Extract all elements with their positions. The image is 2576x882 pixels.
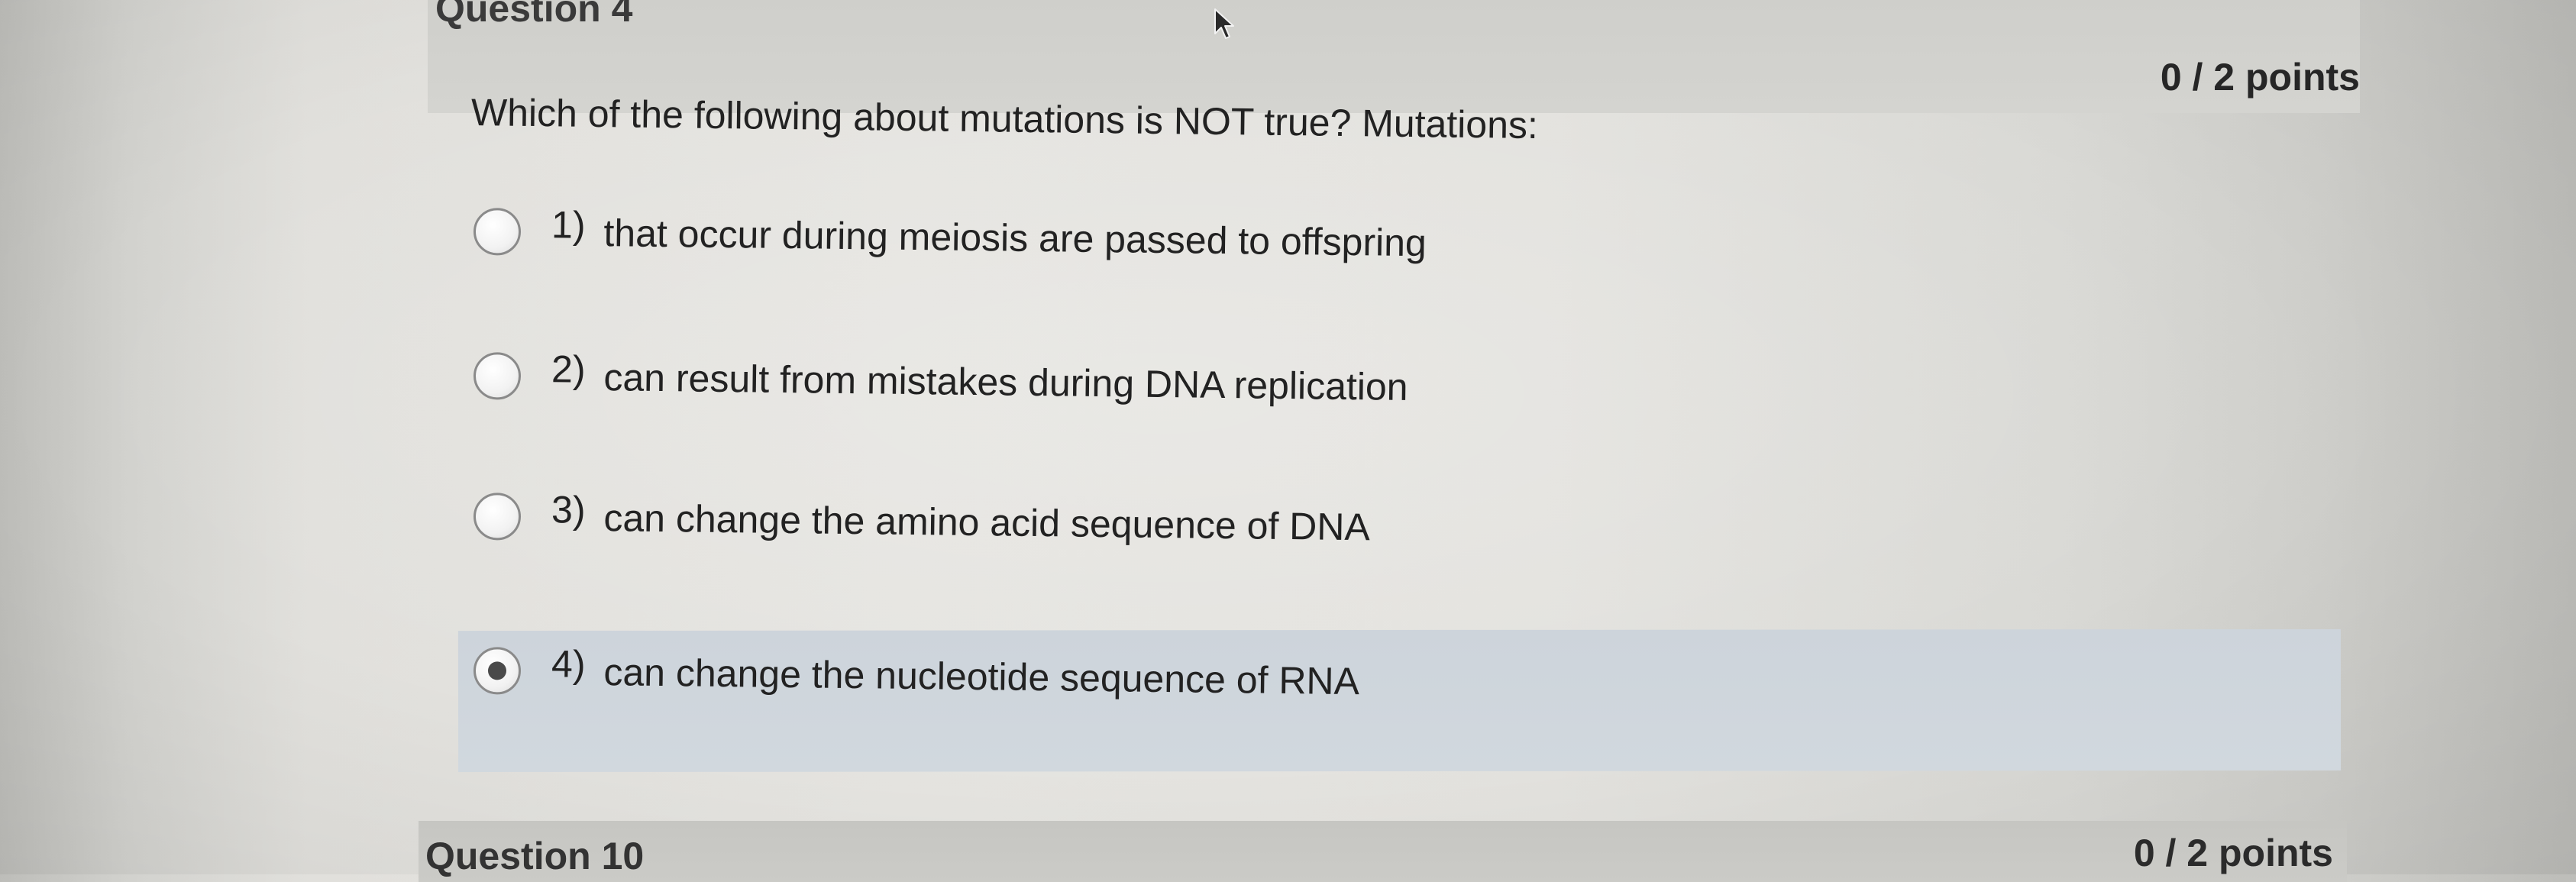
- answer-option-4[interactable]: 4) can change the nucleotide sequence of…: [473, 625, 1359, 727]
- next-question-title: Question 10: [425, 835, 645, 877]
- option-label: that occur during meiosis are passed to …: [603, 212, 1427, 265]
- radio-button-4-selected[interactable]: [473, 647, 522, 695]
- option-label: can result from mistakes during DNA repl…: [603, 356, 1408, 409]
- option-number: 3): [551, 488, 586, 531]
- radio-button-3[interactable]: [473, 493, 522, 541]
- answer-option-2[interactable]: 2) can result from mistakes during DNA r…: [473, 330, 1408, 433]
- next-question-header-bar: [419, 821, 2347, 882]
- answer-option-1[interactable]: 1) that occur during meiosis are passed …: [473, 186, 1427, 289]
- mouse-pointer-icon: [1214, 8, 1234, 39]
- option-label: can change the amino acid sequence of DN…: [603, 496, 1371, 549]
- option-label: can change the nucleotide sequence of RN…: [603, 651, 1360, 703]
- radio-selected-dot: [487, 661, 507, 680]
- radio-button-2[interactable]: [473, 352, 522, 400]
- radio-button-1[interactable]: [473, 208, 522, 256]
- question-points: 0 / 2 points: [2160, 56, 2360, 99]
- option-number: 2): [551, 347, 586, 391]
- option-number: 4): [551, 642, 586, 686]
- question-title: Question 4: [435, 0, 633, 30]
- answer-option-3[interactable]: 3) can change the amino acid sequence of…: [473, 470, 1370, 573]
- option-number: 1): [551, 203, 586, 247]
- next-question-points: 0 / 2 points: [2133, 832, 2333, 874]
